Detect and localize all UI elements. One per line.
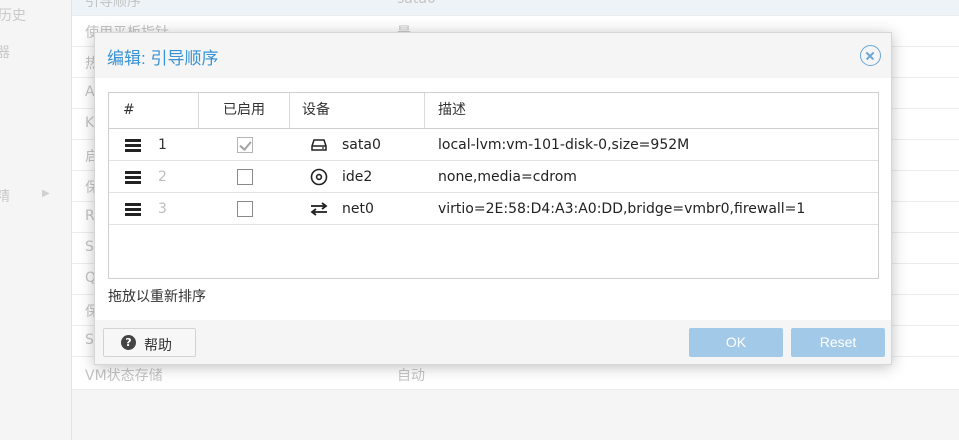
device-name: ide2 (342, 169, 373, 185)
grid-header: # 已启用 设备 描述 (109, 93, 878, 129)
device-description: virtio=2E:58:D4:A3:A0:DD,bridge=vmbr0,fi… (438, 201, 806, 217)
drag-reorder-hint: 拖放以重新排序 (108, 289, 206, 305)
dialog-title: 编辑: 引导顺序 (107, 49, 219, 68)
ok-button[interactable]: OK (689, 328, 783, 357)
enabled-checkbox[interactable] (237, 137, 253, 153)
hard-disk-icon (311, 139, 327, 151)
column-header-description[interactable]: 描述 (425, 93, 878, 128)
boot-order-dialog: 编辑: 引导顺序 # 已启用 设备 描述 1 sata0 local-lvm:v… (94, 32, 892, 365)
boot-order-number: 2 (158, 169, 167, 185)
bg-option-value: sata0 (397, 0, 436, 7)
device-name: sata0 (342, 137, 381, 153)
cdrom-icon (310, 168, 328, 186)
bg-nav-item: 器 (0, 42, 10, 62)
network-exchange-icon (310, 202, 328, 216)
background-sidebar: 历史 器 精 ▶ (0, 0, 72, 440)
table-row[interactable]: 1 sata0 local-lvm:vm-101-disk-0,size=952… (109, 129, 878, 161)
bg-nav-item: 历史 (0, 8, 26, 24)
help-button[interactable]: ? 帮助 (103, 328, 196, 357)
device-name: net0 (342, 201, 374, 217)
bg-option-key: 引导顺序 (85, 0, 141, 10)
bg-option-key: S (85, 332, 94, 348)
bg-option-row: 引导顺序 sata0 (72, 0, 959, 16)
dialog-header: 编辑: 引导顺序 (95, 33, 891, 78)
device-description: none,media=cdrom (438, 169, 577, 185)
bg-option-value: 自动 (397, 368, 425, 384)
enabled-checkbox[interactable] (237, 201, 253, 217)
drag-handle-icon[interactable] (125, 139, 141, 152)
enabled-checkbox[interactable] (237, 169, 253, 185)
column-header-device[interactable]: 设备 (290, 93, 425, 128)
bg-option-key: S (85, 239, 94, 255)
table-row[interactable]: 2 ide2 none,media=cdrom (109, 161, 878, 193)
boot-order-number: 1 (158, 137, 167, 153)
help-button-label: 帮助 (144, 338, 172, 354)
close-icon[interactable] (860, 45, 881, 66)
bg-empty-area (72, 390, 959, 440)
bg-nav-item: 精 (0, 186, 10, 206)
column-header-enabled[interactable]: 已启用 (199, 93, 290, 128)
reset-button[interactable]: Reset (791, 328, 885, 357)
device-description: local-lvm:vm-101-disk-0,size=952M (438, 137, 690, 153)
boot-order-number: 3 (158, 201, 167, 217)
drag-handle-icon[interactable] (125, 203, 141, 216)
bg-option-key: K (85, 115, 95, 131)
question-circle-icon: ? (121, 335, 136, 350)
table-row[interactable]: 3 net0 virtio=2E:58:D4:A3:A0:DD,bridge=v… (109, 193, 878, 225)
column-header-order[interactable]: # (109, 93, 199, 128)
drag-handle-icon[interactable] (125, 171, 141, 184)
dialog-footer: ? 帮助 OK Reset (95, 320, 891, 364)
chevron-right-icon: ▶ (42, 188, 50, 199)
boot-order-grid: # 已启用 设备 描述 1 sata0 local-lvm:vm-101-dis… (108, 92, 879, 279)
bg-option-key: VM状态存储 (85, 368, 163, 384)
